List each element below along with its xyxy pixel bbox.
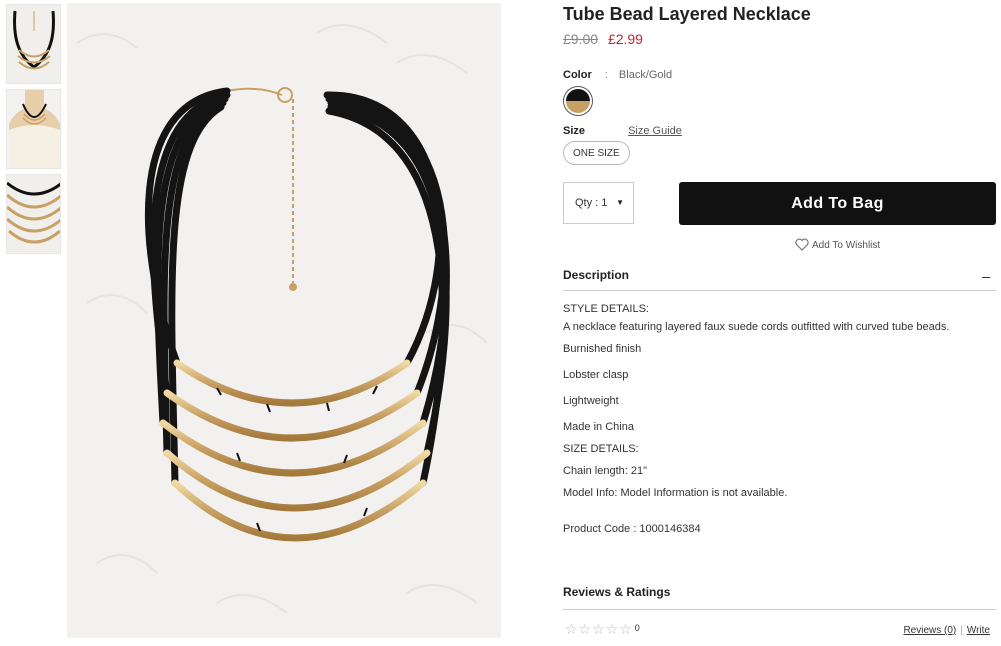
review-links: Reviews (0) | Write (903, 625, 990, 636)
thumbnail-necklace-closeup[interactable] (6, 174, 61, 254)
dropdown-arrow-icon: ▼ (616, 198, 624, 207)
thumbnail-gallery (6, 4, 61, 259)
description-line: Made in China (563, 421, 634, 433)
add-to-wishlist-link[interactable]: Add To Wishlist (795, 238, 880, 251)
description-line: Burnished finish (563, 343, 642, 355)
product-main-image (67, 3, 501, 638)
color-label: Color (563, 69, 592, 81)
sale-price: £2.99 (607, 31, 643, 47)
original-price: £9.00 (563, 31, 599, 47)
price-row: £9.00 £2.99 (563, 31, 643, 47)
description-header[interactable]: Description – (563, 268, 996, 284)
description-heading: Description (563, 268, 630, 282)
color-value: Black/Gold (618, 69, 673, 81)
write-review-link[interactable]: Write (967, 625, 990, 636)
size-option-one-size[interactable]: ONE SIZE (563, 141, 630, 165)
reviews-link[interactable]: Reviews (0) (903, 625, 956, 636)
product-code: Product Code : 1000146384 (563, 523, 701, 535)
description-line: Model Info: Model Information is not ava… (563, 487, 788, 499)
description-line: Lightweight (563, 395, 619, 407)
swatch-black-half (566, 89, 590, 101)
rating-count: 0 (634, 623, 640, 633)
description-line: A necklace featuring layered faux suede … (563, 321, 950, 333)
size-label: Size (563, 125, 586, 137)
description-line: Chain length: 21" (563, 465, 648, 477)
description-line: STYLE DETAILS: (563, 303, 649, 315)
quantity-label: Qty : 1 (575, 197, 608, 209)
thumbnail-necklace-flat[interactable] (6, 4, 61, 84)
reviews-divider (563, 609, 996, 610)
reviews-heading: Reviews & Ratings (563, 585, 671, 599)
thumbnail-necklace-worn[interactable] (6, 89, 61, 169)
star-rating: ☆☆☆☆☆ 0 (565, 621, 640, 638)
reviews-header: Reviews & Ratings (563, 585, 996, 599)
product-title: Tube Bead Layered Necklace (563, 4, 811, 24)
description-line: Lobster clasp (563, 369, 629, 381)
description-line: SIZE DETAILS: (563, 443, 639, 455)
size-row: Size Size Guide (563, 125, 682, 137)
description-divider (563, 290, 996, 291)
swatch-gold-half (566, 101, 590, 113)
swatch-fill (566, 89, 590, 113)
heart-icon (795, 238, 809, 251)
add-to-bag-button[interactable]: Add To Bag (679, 182, 996, 225)
star-icons: ☆☆☆☆☆ (565, 621, 633, 637)
color-row: Color : Black/Gold (563, 69, 672, 81)
size-guide-link[interactable]: Size Guide (628, 125, 682, 137)
color-separator: : (604, 69, 608, 81)
color-swatch-black-gold[interactable] (563, 86, 593, 116)
collapse-icon[interactable]: – (982, 268, 990, 284)
link-separator: | (960, 625, 963, 636)
quantity-select[interactable]: Qty : 1 ▼ (563, 182, 634, 224)
wishlist-label: Add To Wishlist (812, 240, 881, 251)
